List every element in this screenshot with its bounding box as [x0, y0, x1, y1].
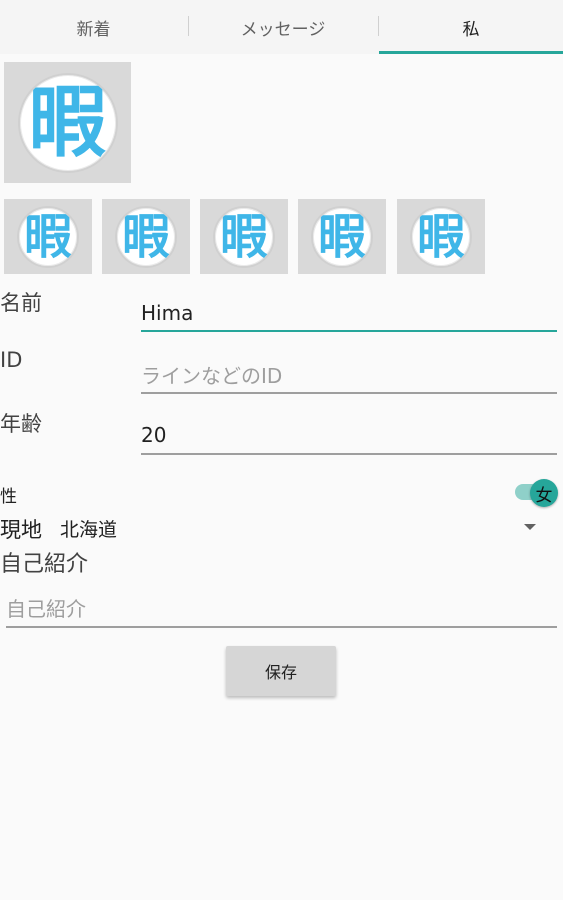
avatar-glyph: 暇: [416, 208, 465, 265]
avatar-thumbnail[interactable]: 暇: [200, 199, 288, 274]
avatar-glyph: 暇: [121, 208, 170, 265]
tab-messages[interactable]: メッセージ: [189, 0, 377, 54]
tab-active-indicator: [379, 51, 563, 54]
dropdown-arrow-icon[interactable]: [524, 524, 536, 530]
tab-new[interactable]: 新着: [0, 0, 187, 54]
tab-bar: 新着 メッセージ 私: [0, 0, 563, 54]
save-button[interactable]: 保存: [226, 646, 336, 696]
avatar-thumbnail[interactable]: 暇: [397, 199, 485, 274]
avatar-thumbnail[interactable]: 暇: [102, 199, 190, 274]
id-label: ID: [0, 348, 23, 372]
name-input[interactable]: Hima: [141, 296, 557, 330]
intro-input-underline: [6, 626, 557, 628]
avatar-image: 暇: [115, 205, 177, 268]
gender-label: 性: [0, 487, 17, 507]
gender-switch-text: 女: [535, 485, 553, 506]
name-input-underline: [141, 330, 557, 332]
age-input-underline: [141, 453, 557, 455]
id-input[interactable]: ラインなどのID: [141, 357, 557, 391]
gender-switch[interactable]: 女: [530, 479, 558, 507]
avatar-image: 暇: [410, 205, 472, 268]
avatar-image: 暇: [213, 205, 275, 268]
intro-label: 自己紹介: [0, 552, 89, 577]
age-input[interactable]: 20: [141, 418, 557, 452]
location-label: 現地: [0, 518, 42, 542]
avatar-glyph: 暇: [317, 208, 366, 265]
avatar-image: 暇: [17, 72, 118, 173]
avatar-glyph: 暇: [28, 77, 107, 168]
main-avatar[interactable]: 暇: [4, 62, 131, 183]
avatar-thumbnail[interactable]: 暇: [4, 199, 92, 274]
intro-input[interactable]: 自己紹介: [6, 590, 556, 624]
avatar-glyph: 暇: [23, 208, 72, 265]
location-spinner[interactable]: 北海道: [60, 515, 117, 542]
id-input-underline: [141, 392, 557, 394]
avatar-image: 暇: [17, 205, 79, 268]
age-label: 年齢: [0, 412, 42, 436]
avatar-image: 暇: [311, 205, 373, 268]
avatar-thumbnail[interactable]: 暇: [298, 199, 386, 274]
avatar-glyph: 暇: [219, 208, 268, 265]
tab-me[interactable]: 私: [379, 0, 563, 54]
name-label: 名前: [0, 291, 42, 315]
